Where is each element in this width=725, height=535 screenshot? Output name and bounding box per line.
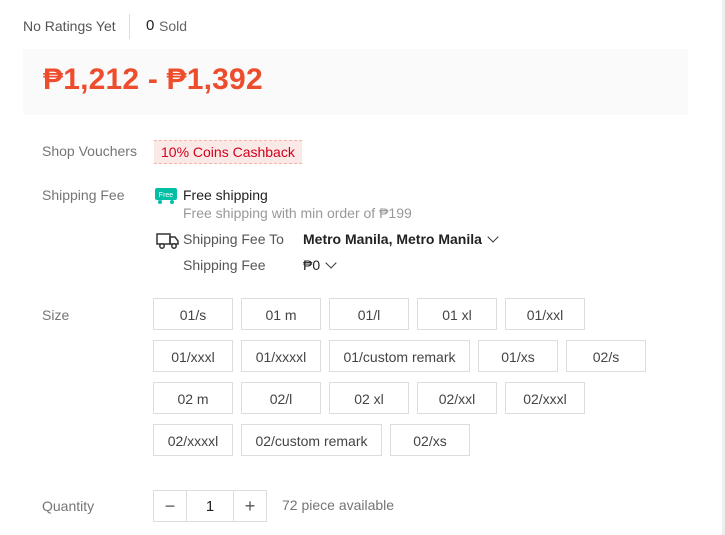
size-option[interactable]: 02/xxxxl bbox=[153, 424, 233, 456]
shipping-label: Shipping Fee bbox=[42, 187, 125, 203]
size-option[interactable]: 02/s bbox=[566, 340, 646, 372]
truck-icon bbox=[156, 233, 179, 249]
price-range: ₱1,212 - ₱1,392 bbox=[43, 63, 263, 96]
divider bbox=[129, 14, 130, 39]
quantity-input[interactable] bbox=[187, 491, 233, 521]
size-option[interactable]: 01 xl bbox=[417, 298, 497, 330]
size-option[interactable]: 02/xxl bbox=[417, 382, 497, 414]
chevron-down-icon bbox=[325, 257, 337, 269]
size-option[interactable]: 01/l bbox=[329, 298, 409, 330]
size-option[interactable]: 01/xxl bbox=[505, 298, 585, 330]
price-box: ₱1,212 - ₱1,392 bbox=[23, 49, 688, 115]
stock-available: 72 piece available bbox=[282, 497, 395, 513]
increase-button[interactable]: + bbox=[233, 491, 266, 521]
shipping-fee-value: ₱0 bbox=[303, 257, 321, 273]
chevron-down-icon bbox=[487, 231, 499, 243]
free-shipping-icon: Free bbox=[155, 188, 177, 204]
size-option[interactable]: 02/custom remark bbox=[241, 424, 382, 456]
size-option[interactable]: 01/xxxl bbox=[153, 340, 233, 372]
free-shipping-subtitle: Free shipping with min order of ₱199 bbox=[183, 205, 412, 221]
quantity-label: Quantity bbox=[42, 498, 95, 514]
quantity-stepper: − + bbox=[153, 490, 267, 522]
size-option[interactable]: 01/xs bbox=[478, 340, 558, 372]
size-option[interactable]: 01/custom remark bbox=[329, 340, 470, 372]
size-option[interactable]: 01/s bbox=[153, 298, 233, 330]
size-option[interactable]: 02/xs bbox=[390, 424, 470, 456]
sold-label: Sold bbox=[159, 18, 188, 34]
size-option[interactable]: 02/xxxl bbox=[505, 382, 585, 414]
size-option[interactable]: 01/xxxxl bbox=[241, 340, 321, 372]
free-shipping-title: Free shipping bbox=[183, 187, 268, 203]
decrease-button[interactable]: − bbox=[154, 491, 187, 521]
vouchers-label: Shop Vouchers bbox=[42, 143, 137, 159]
svg-text:Free: Free bbox=[159, 192, 174, 199]
shipping-location-value: Metro Manila, Metro Manila bbox=[303, 231, 482, 247]
rating-sold-bar: No Ratings Yet 0 Sold bbox=[0, 0, 725, 52]
shipping-location-dropdown[interactable]: Metro Manila, Metro Manila bbox=[303, 231, 499, 247]
size-option[interactable]: 01 m bbox=[241, 298, 321, 330]
ratings-text: No Ratings Yet bbox=[23, 18, 116, 34]
voucher-tag[interactable]: 10% Coins Cashback bbox=[154, 140, 302, 164]
size-option[interactable]: 02 m bbox=[153, 382, 233, 414]
sold-count: 0 bbox=[146, 17, 155, 34]
size-option[interactable]: 02/l bbox=[241, 382, 321, 414]
shipping-to-label: Shipping Fee To bbox=[183, 231, 284, 247]
size-label: Size bbox=[42, 307, 70, 323]
shipping-fee-dropdown[interactable]: ₱0 bbox=[303, 257, 337, 273]
size-option[interactable]: 02 xl bbox=[329, 382, 409, 414]
shipping-fee-label: Shipping Fee bbox=[183, 257, 266, 273]
